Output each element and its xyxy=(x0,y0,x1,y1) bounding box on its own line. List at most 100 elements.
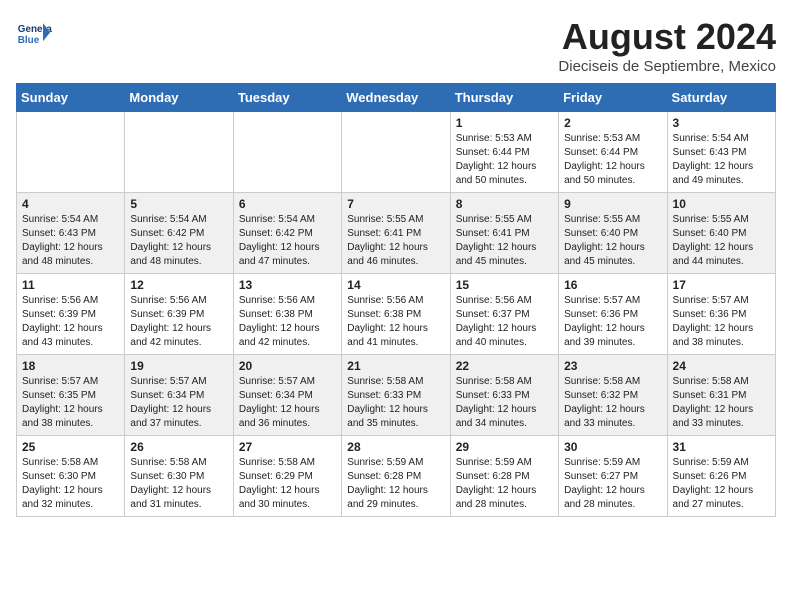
day-info: Sunrise: 5:55 AM Sunset: 6:40 PM Dayligh… xyxy=(564,213,661,269)
subtitle: Dieciseis de Septiembre, Mexico xyxy=(558,58,776,75)
calendar-cell: 29 Sunrise: 5:59 AM Sunset: 6:28 PM Dayli… xyxy=(450,436,558,517)
day-info: Sunrise: 5:57 AM Sunset: 6:34 PM Dayligh… xyxy=(239,375,336,431)
day-info: Sunrise: 5:59 AM Sunset: 6:27 PM Dayligh… xyxy=(564,456,661,512)
calendar-cell: 14 Sunrise: 5:56 AM Sunset: 6:38 PM Dayli… xyxy=(342,274,450,355)
day-number: 20 xyxy=(239,359,336,373)
day-info: Sunrise: 5:58 AM Sunset: 6:30 PM Dayligh… xyxy=(130,456,227,512)
day-number: 28 xyxy=(347,440,444,454)
weekday-header: Monday xyxy=(125,84,233,112)
day-number: 31 xyxy=(673,440,770,454)
calendar-cell: 12 Sunrise: 5:56 AM Sunset: 6:39 PM Dayli… xyxy=(125,274,233,355)
calendar-week-row: 25 Sunrise: 5:58 AM Sunset: 6:30 PM Dayli… xyxy=(17,436,776,517)
calendar-cell: 5Sunrise: 5:54 AM Sunset: 6:42 PM Daylig… xyxy=(125,193,233,274)
logo-icon: General Blue xyxy=(16,16,52,52)
day-number: 30 xyxy=(564,440,661,454)
calendar-cell: 30 Sunrise: 5:59 AM Sunset: 6:27 PM Dayli… xyxy=(559,436,667,517)
day-number: 26 xyxy=(130,440,227,454)
calendar-cell: 28 Sunrise: 5:59 AM Sunset: 6:28 PM Dayli… xyxy=(342,436,450,517)
calendar-cell: 4Sunrise: 5:54 AM Sunset: 6:43 PM Daylig… xyxy=(17,193,125,274)
calendar-cell xyxy=(342,112,450,193)
day-info: Sunrise: 5:57 AM Sunset: 6:34 PM Dayligh… xyxy=(130,375,227,431)
day-info: Sunrise: 5:56 AM Sunset: 6:38 PM Dayligh… xyxy=(239,294,336,350)
calendar-week-row: 1 Sunrise: 5:53 AM Sunset: 6:44 PM Daylig… xyxy=(17,112,776,193)
day-info: Sunrise: 5:59 AM Sunset: 6:26 PM Dayligh… xyxy=(673,456,770,512)
calendar-cell: 23Sunrise: 5:58 AM Sunset: 6:32 PM Dayli… xyxy=(559,355,667,436)
day-info: Sunrise: 5:56 AM Sunset: 6:37 PM Dayligh… xyxy=(456,294,553,350)
day-number: 24 xyxy=(673,359,770,373)
weekday-header: Sunday xyxy=(17,84,125,112)
day-number: 29 xyxy=(456,440,553,454)
day-number: 1 xyxy=(456,116,553,130)
calendar-cell: 31 Sunrise: 5:59 AM Sunset: 6:26 PM Dayli… xyxy=(667,436,775,517)
day-number: 13 xyxy=(239,278,336,292)
calendar-cell: 1 Sunrise: 5:53 AM Sunset: 6:44 PM Daylig… xyxy=(450,112,558,193)
day-info: Sunrise: 5:53 AM Sunset: 6:44 PM Dayligh… xyxy=(564,132,661,188)
calendar-week-row: 4Sunrise: 5:54 AM Sunset: 6:43 PM Daylig… xyxy=(17,193,776,274)
weekday-header: Friday xyxy=(559,84,667,112)
calendar-cell: 7 Sunrise: 5:55 AM Sunset: 6:41 PM Daylig… xyxy=(342,193,450,274)
day-info: Sunrise: 5:55 AM Sunset: 6:41 PM Dayligh… xyxy=(456,213,553,269)
calendar-cell xyxy=(17,112,125,193)
day-info: Sunrise: 5:56 AM Sunset: 6:39 PM Dayligh… xyxy=(22,294,119,350)
day-number: 9 xyxy=(564,197,661,211)
day-number: 5 xyxy=(130,197,227,211)
calendar-cell: 24 Sunrise: 5:58 AM Sunset: 6:31 PM Dayli… xyxy=(667,355,775,436)
calendar-cell: 19 Sunrise: 5:57 AM Sunset: 6:34 PM Dayli… xyxy=(125,355,233,436)
day-number: 14 xyxy=(347,278,444,292)
svg-text:Blue: Blue xyxy=(18,35,40,46)
day-number: 16 xyxy=(564,278,661,292)
day-number: 21 xyxy=(347,359,444,373)
day-info: Sunrise: 5:57 AM Sunset: 6:35 PM Dayligh… xyxy=(22,375,119,431)
day-info: Sunrise: 5:59 AM Sunset: 6:28 PM Dayligh… xyxy=(347,456,444,512)
day-number: 25 xyxy=(22,440,119,454)
day-info: Sunrise: 5:56 AM Sunset: 6:39 PM Dayligh… xyxy=(130,294,227,350)
day-info: Sunrise: 5:58 AM Sunset: 6:33 PM Dayligh… xyxy=(347,375,444,431)
day-number: 12 xyxy=(130,278,227,292)
day-number: 7 xyxy=(347,197,444,211)
day-number: 10 xyxy=(673,197,770,211)
calendar-cell: 20 Sunrise: 5:57 AM Sunset: 6:34 PM Dayli… xyxy=(233,355,341,436)
day-info: Sunrise: 5:58 AM Sunset: 6:33 PM Dayligh… xyxy=(456,375,553,431)
title-area: August 2024 Dieciseis de Septiembre, Mex… xyxy=(558,16,776,75)
month-title: August 2024 xyxy=(558,16,776,58)
day-number: 18 xyxy=(22,359,119,373)
day-info: Sunrise: 5:53 AM Sunset: 6:44 PM Dayligh… xyxy=(456,132,553,188)
day-number: 8 xyxy=(456,197,553,211)
day-number: 3 xyxy=(673,116,770,130)
calendar-cell xyxy=(233,112,341,193)
calendar-cell: 27Sunrise: 5:58 AM Sunset: 6:29 PM Dayli… xyxy=(233,436,341,517)
day-info: Sunrise: 5:54 AM Sunset: 6:43 PM Dayligh… xyxy=(673,132,770,188)
calendar-cell: 13 Sunrise: 5:56 AM Sunset: 6:38 PM Dayli… xyxy=(233,274,341,355)
day-info: Sunrise: 5:56 AM Sunset: 6:38 PM Dayligh… xyxy=(347,294,444,350)
day-number: 22 xyxy=(456,359,553,373)
calendar-cell: 3 Sunrise: 5:54 AM Sunset: 6:43 PM Daylig… xyxy=(667,112,775,193)
day-number: 15 xyxy=(456,278,553,292)
calendar-cell: 10 Sunrise: 5:55 AM Sunset: 6:40 PM Dayli… xyxy=(667,193,775,274)
day-info: Sunrise: 5:59 AM Sunset: 6:28 PM Dayligh… xyxy=(456,456,553,512)
day-info: Sunrise: 5:57 AM Sunset: 6:36 PM Dayligh… xyxy=(673,294,770,350)
day-number: 17 xyxy=(673,278,770,292)
day-info: Sunrise: 5:54 AM Sunset: 6:42 PM Dayligh… xyxy=(239,213,336,269)
calendar-cell: 11 Sunrise: 5:56 AM Sunset: 6:39 PM Dayli… xyxy=(17,274,125,355)
day-info: Sunrise: 5:55 AM Sunset: 6:40 PM Dayligh… xyxy=(673,213,770,269)
weekday-header: Wednesday xyxy=(342,84,450,112)
day-number: 19 xyxy=(130,359,227,373)
day-info: Sunrise: 5:58 AM Sunset: 6:31 PM Dayligh… xyxy=(673,375,770,431)
day-number: 23 xyxy=(564,359,661,373)
day-number: 11 xyxy=(22,278,119,292)
calendar-cell: 9 Sunrise: 5:55 AM Sunset: 6:40 PM Daylig… xyxy=(559,193,667,274)
calendar-cell: 25 Sunrise: 5:58 AM Sunset: 6:30 PM Dayli… xyxy=(17,436,125,517)
day-info: Sunrise: 5:55 AM Sunset: 6:41 PM Dayligh… xyxy=(347,213,444,269)
calendar-week-row: 18 Sunrise: 5:57 AM Sunset: 6:35 PM Dayli… xyxy=(17,355,776,436)
calendar-cell: 22 Sunrise: 5:58 AM Sunset: 6:33 PM Dayli… xyxy=(450,355,558,436)
weekday-header: Saturday xyxy=(667,84,775,112)
calendar-cell: 21 Sunrise: 5:58 AM Sunset: 6:33 PM Dayli… xyxy=(342,355,450,436)
weekday-header: Tuesday xyxy=(233,84,341,112)
day-number: 2 xyxy=(564,116,661,130)
day-info: Sunrise: 5:58 AM Sunset: 6:29 PM Dayligh… xyxy=(239,456,336,512)
calendar-cell: 16Sunrise: 5:57 AM Sunset: 6:36 PM Dayli… xyxy=(559,274,667,355)
calendar-cell: 6Sunrise: 5:54 AM Sunset: 6:42 PM Daylig… xyxy=(233,193,341,274)
day-info: Sunrise: 5:58 AM Sunset: 6:30 PM Dayligh… xyxy=(22,456,119,512)
calendar-cell: 17 Sunrise: 5:57 AM Sunset: 6:36 PM Dayli… xyxy=(667,274,775,355)
calendar-cell: 2 Sunrise: 5:53 AM Sunset: 6:44 PM Daylig… xyxy=(559,112,667,193)
